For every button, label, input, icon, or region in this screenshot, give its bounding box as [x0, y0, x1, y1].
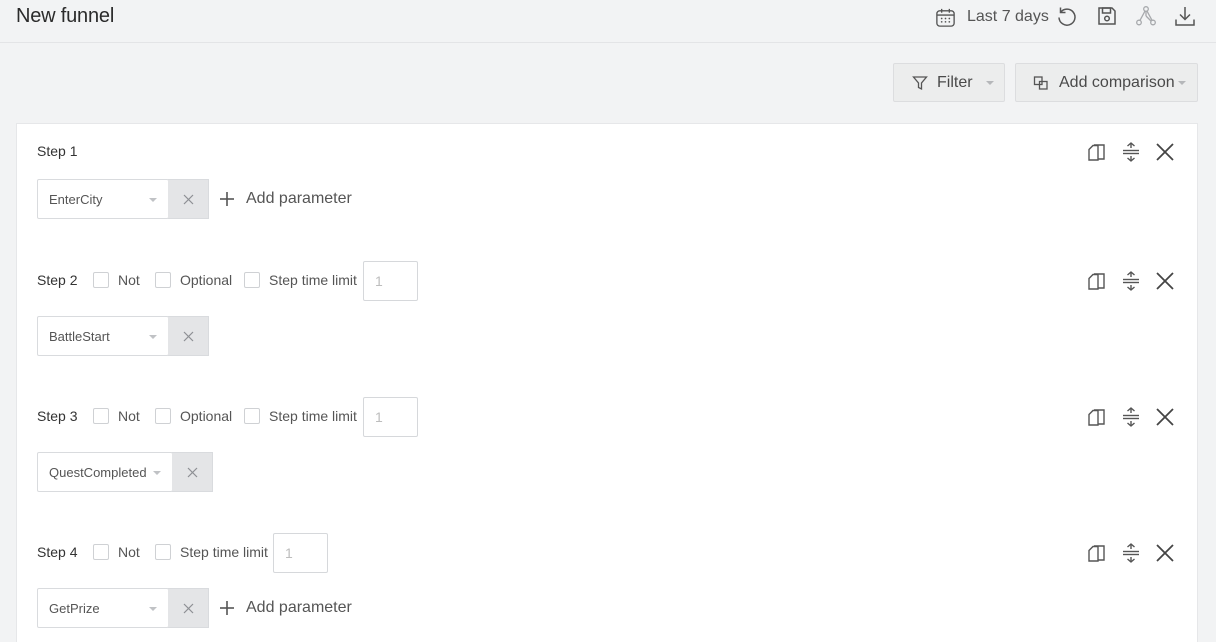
- date-range-picker[interactable]: Last 7 days: [934, 5, 1049, 29]
- close-icon: [187, 467, 198, 478]
- optional-label: Optional: [180, 408, 233, 424]
- save-icon[interactable]: [1095, 4, 1119, 28]
- step-label: Step 2: [37, 272, 78, 288]
- checkbox[interactable]: [93, 408, 109, 424]
- step-time-limit-checkbox[interactable]: Step time limit: [244, 272, 357, 288]
- step-time-limit-checkbox[interactable]: Step time limit: [244, 408, 357, 424]
- chevron-down-icon: [149, 335, 157, 339]
- funnel-step: Step 3 Not Optional Step time limit Ques…: [17, 397, 1199, 533]
- copy-icon[interactable]: [1085, 541, 1109, 565]
- step-time-limit-label: Step time limit: [269, 272, 357, 288]
- copy-icon[interactable]: [1085, 269, 1109, 293]
- chevron-down-icon: [149, 198, 157, 202]
- event-select[interactable]: QuestCompleted: [37, 452, 173, 492]
- close-icon[interactable]: [1153, 269, 1177, 293]
- add-parameter-button[interactable]: Add parameter: [219, 598, 352, 618]
- optional-label: Optional: [180, 272, 233, 288]
- checkbox[interactable]: [155, 544, 171, 560]
- checkbox[interactable]: [155, 272, 171, 288]
- funnel-step: Step 4 Not Step time limit GetPrize Add …: [17, 533, 1199, 642]
- step-time-limit-input[interactable]: [273, 533, 328, 573]
- not-label: Not: [118, 272, 140, 288]
- event-select[interactable]: GetPrize: [37, 588, 169, 628]
- event-select[interactable]: BattleStart: [37, 316, 169, 356]
- event-select[interactable]: EnterCity: [37, 179, 169, 219]
- chevron-down-icon: [1178, 81, 1186, 85]
- chevron-down-icon: [149, 607, 157, 611]
- collapse-icon[interactable]: [1119, 405, 1143, 429]
- step-time-limit-label: Step time limit: [269, 408, 357, 424]
- step-time-limit-checkbox[interactable]: Step time limit: [155, 544, 268, 560]
- close-icon: [183, 331, 194, 342]
- not-checkbox[interactable]: Not: [93, 272, 140, 288]
- step-time-limit-input[interactable]: [363, 397, 418, 437]
- copy-icon[interactable]: [1085, 405, 1109, 429]
- not-checkbox[interactable]: Not: [93, 408, 140, 424]
- event-select-value: BattleStart: [49, 329, 110, 344]
- clear-event-button[interactable]: [168, 588, 209, 628]
- funnel-steps-panel: Step 1 EnterCity Add parameter Step 2 No…: [16, 123, 1198, 642]
- chevron-down-icon: [986, 81, 994, 85]
- add-parameter-label: Add parameter: [246, 190, 352, 207]
- compare-icon: [1033, 75, 1049, 91]
- checkbox[interactable]: [244, 408, 260, 424]
- event-select-value: QuestCompleted: [49, 465, 147, 480]
- optional-checkbox[interactable]: Optional: [155, 408, 232, 424]
- funnel-step: Step 1 EnterCity Add parameter: [17, 140, 1199, 276]
- step-label: Step 1: [37, 143, 78, 159]
- filter-button[interactable]: Filter: [893, 63, 1005, 102]
- clear-event-button[interactable]: [168, 316, 209, 356]
- add-parameter-button[interactable]: Add parameter: [219, 189, 352, 209]
- checkbox[interactable]: [93, 272, 109, 288]
- undo-icon[interactable]: [1055, 4, 1079, 28]
- plus-icon: [220, 192, 234, 206]
- add-comparison-button[interactable]: Add comparison: [1015, 63, 1198, 102]
- not-label: Not: [118, 544, 140, 560]
- top-bar: New funnel Last 7 days: [0, 0, 1216, 43]
- checkbox[interactable]: [93, 544, 109, 560]
- plus-icon: [220, 601, 234, 615]
- close-icon[interactable]: [1153, 405, 1177, 429]
- close-icon: [183, 603, 194, 614]
- not-checkbox[interactable]: Not: [93, 544, 140, 560]
- event-select-value: EnterCity: [49, 192, 103, 207]
- share-nodes-icon[interactable]: [1134, 4, 1158, 28]
- event-select-value: GetPrize: [49, 601, 100, 616]
- step-time-limit-input[interactable]: [363, 261, 418, 301]
- collapse-icon[interactable]: [1119, 140, 1143, 164]
- clear-event-button[interactable]: [172, 452, 213, 492]
- date-range-label: Last 7 days: [967, 8, 1049, 25]
- checkbox[interactable]: [244, 272, 260, 288]
- calendar-icon: [934, 6, 957, 29]
- funnel-step: Step 2 Not Optional Step time limit Batt…: [17, 261, 1199, 397]
- add-parameter-label: Add parameter: [246, 599, 352, 616]
- optional-checkbox[interactable]: Optional: [155, 272, 232, 288]
- page-title: New funnel: [16, 5, 115, 27]
- step-label: Step 3: [37, 408, 78, 424]
- funnel-icon: [912, 75, 928, 91]
- chevron-down-icon: [153, 471, 161, 475]
- collapse-icon[interactable]: [1119, 541, 1143, 565]
- checkbox[interactable]: [155, 408, 171, 424]
- close-icon[interactable]: [1153, 140, 1177, 164]
- close-icon: [183, 194, 194, 205]
- collapse-icon[interactable]: [1119, 269, 1143, 293]
- not-label: Not: [118, 408, 140, 424]
- step-time-limit-label: Step time limit: [180, 544, 268, 560]
- filter-label: Filter: [937, 74, 973, 91]
- close-icon[interactable]: [1153, 541, 1177, 565]
- step-label: Step 4: [37, 544, 78, 560]
- clear-event-button[interactable]: [168, 179, 209, 219]
- download-icon[interactable]: [1173, 4, 1197, 28]
- copy-icon[interactable]: [1085, 140, 1109, 164]
- add-comparison-label: Add comparison: [1059, 74, 1175, 91]
